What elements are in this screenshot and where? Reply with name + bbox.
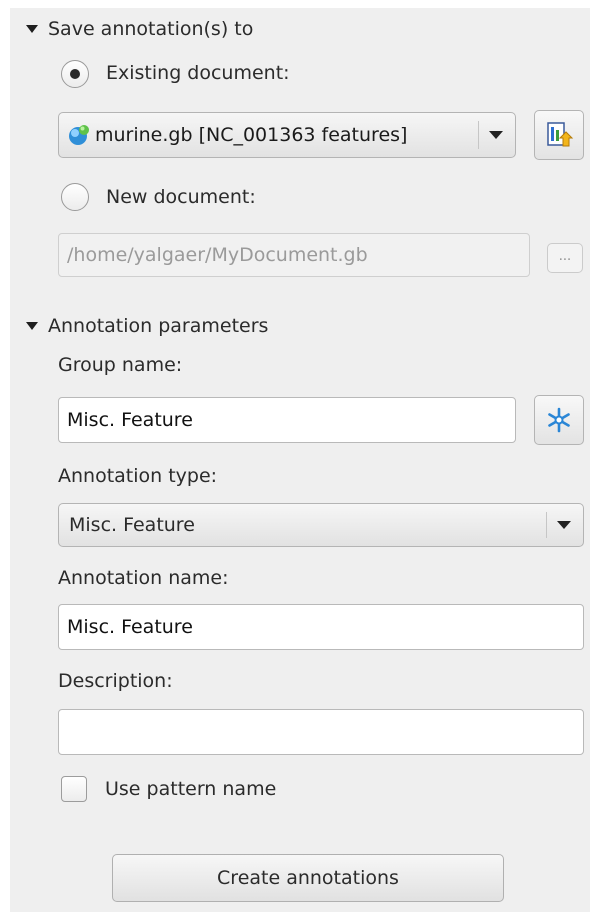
new-document-path-input[interactable]: /home/yalgaer/MyDocument.gb: [58, 233, 530, 277]
new-document-path-value: /home/yalgaer/MyDocument.gb: [67, 244, 368, 266]
collapse-triangle-icon: [26, 25, 38, 33]
new-document-label: New document:: [106, 186, 256, 208]
annotation-name-input[interactable]: Misc. Feature: [58, 604, 584, 650]
existing-document-label: Existing document:: [106, 62, 290, 84]
group-name-input[interactable]: Misc. Feature: [58, 397, 516, 443]
document-combo[interactable]: murine.gb [NC_001363 features]: [58, 112, 516, 158]
save-section-title: Save annotation(s) to: [48, 18, 254, 40]
annotation-type-value: Misc. Feature: [69, 514, 195, 536]
browse-button[interactable]: ...: [547, 243, 583, 273]
select-group-button[interactable]: [534, 395, 584, 445]
group-name-label: Group name:: [58, 354, 183, 376]
annotation-name-value: Misc. Feature: [67, 616, 193, 638]
snowflake-select-icon: [548, 407, 570, 433]
new-document-radio[interactable]: [61, 183, 89, 211]
annotation-type-label: Annotation type:: [58, 465, 218, 487]
browse-button-label: ...: [558, 248, 572, 264]
collapse-triangle-icon: [26, 322, 38, 330]
existing-document-radio[interactable]: [61, 60, 89, 88]
params-section-title: Annotation parameters: [48, 315, 269, 337]
project-view-icon: [547, 122, 574, 147]
annotation-name-label: Annotation name:: [58, 567, 229, 589]
annotation-type-combo[interactable]: Misc. Feature: [58, 503, 584, 547]
radio-selected-dot-icon: [70, 69, 80, 79]
open-project-view-button[interactable]: [534, 110, 584, 160]
group-name-value: Misc. Feature: [67, 409, 193, 431]
description-label: Description:: [58, 670, 173, 692]
description-input[interactable]: [58, 709, 584, 755]
document-combo-value: murine.gb [NC_001363 features]: [95, 124, 408, 146]
chevron-down-icon: [557, 521, 571, 529]
document-sphere-icon: [67, 123, 91, 147]
create-annotations-button[interactable]: Create annotations: [112, 854, 504, 902]
save-section-header[interactable]: Save annotation(s) to: [26, 18, 253, 40]
params-section-header[interactable]: Annotation parameters: [26, 315, 268, 337]
chevron-down-icon: [489, 131, 503, 139]
use-pattern-name-checkbox[interactable]: [61, 776, 87, 802]
create-annotations-label: Create annotations: [217, 867, 399, 889]
use-pattern-name-label: Use pattern name: [105, 778, 277, 800]
